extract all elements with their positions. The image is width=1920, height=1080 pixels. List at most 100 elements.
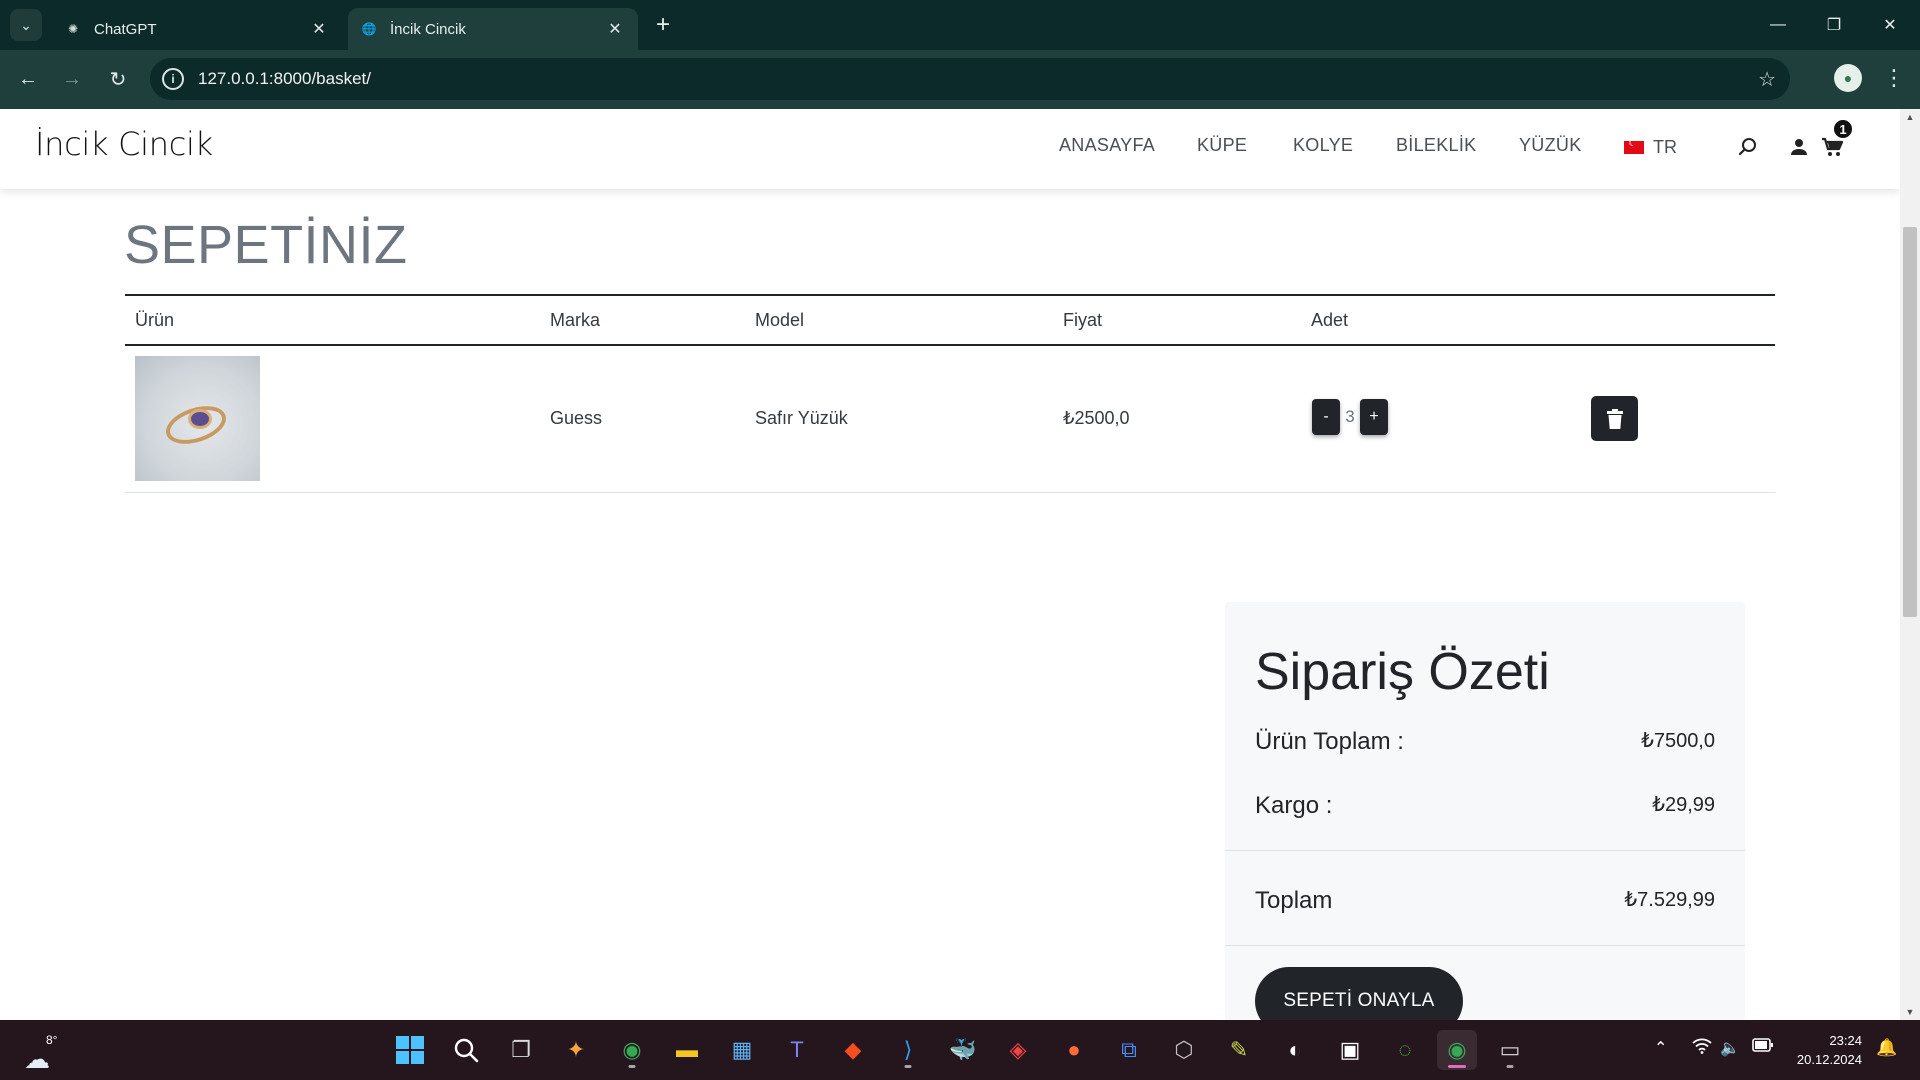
remote-desktop-icon[interactable]: ⧉ xyxy=(1109,1030,1149,1070)
minimize-icon[interactable]: — xyxy=(1750,0,1806,50)
running-indicator xyxy=(904,1065,912,1068)
ring-gem xyxy=(191,412,209,426)
product-image[interactable] xyxy=(135,356,260,481)
system-clock[interactable]: 23:24 20.12.2024 xyxy=(1792,1031,1862,1069)
running-indicator xyxy=(1506,1065,1514,1068)
chatgpt-icon: ✺ xyxy=(67,22,79,36)
forward-arrow-icon[interactable]: → xyxy=(56,63,88,95)
turkey-flag-icon xyxy=(1624,138,1644,154)
cell-model: Safır Yüzük xyxy=(755,408,848,428)
tab-title: İncik Cincik xyxy=(390,20,466,38)
search-taskbar-icon[interactable] xyxy=(446,1030,486,1070)
tab-incik-cincik[interactable]: 🌐 İncik Cincik ✕ xyxy=(348,8,638,50)
address-bar[interactable]: i 127.0.0.1:8000/basket/ ☆ xyxy=(150,58,1790,100)
site-logo[interactable]: İncik Cincik xyxy=(35,125,213,163)
tab-chatgpt[interactable]: ✺ ChatGPT ✕ xyxy=(52,8,342,50)
nav-anasayfa[interactable]: ANASAYFA xyxy=(1059,135,1155,156)
restore-icon[interactable]: ❐ xyxy=(1806,0,1862,50)
file-explorer-icon[interactable]: ▬ xyxy=(667,1030,707,1070)
unity-icon[interactable]: ⬡ xyxy=(1164,1030,1204,1070)
scrollbar-thumb[interactable] xyxy=(1903,227,1917,617)
language-selector[interactable]: TR xyxy=(1624,137,1677,158)
new-tab-button[interactable]: + xyxy=(650,12,676,38)
delete-item-button[interactable] xyxy=(1591,396,1638,441)
teams-icon[interactable]: T xyxy=(777,1030,817,1070)
page-viewport: İncik Cincik ANASAYFA KÜPE KOLYE BİLEKLİ… xyxy=(0,109,1920,1020)
decrease-qty-button[interactable]: - xyxy=(1312,399,1340,435)
utility-app-icon[interactable]: ✎ xyxy=(1219,1030,1259,1070)
anaconda-icon[interactable]: ◐ xyxy=(1275,1030,1315,1070)
tray-overflow-chevron-icon[interactable]: ⌃ xyxy=(1654,1038,1667,1058)
header-brand: Marka xyxy=(550,310,601,330)
nav-yuzuk[interactable]: YÜZÜK xyxy=(1519,135,1582,156)
total-row: Toplam ₺7.529,99 xyxy=(1255,887,1715,915)
git-client-icon[interactable]: ◈ xyxy=(998,1030,1038,1070)
trash-icon xyxy=(1606,408,1623,429)
cell-price: ₺2500,0 xyxy=(1063,408,1130,428)
site-header: İncik Cincik ANASAYFA KÜPE KOLYE BİLEKLİ… xyxy=(0,109,1900,189)
browser-menu-icon[interactable]: ⋮ xyxy=(1880,62,1908,94)
total-label: Toplam xyxy=(1255,887,1333,914)
copilot-icon[interactable]: ✦ xyxy=(556,1030,596,1070)
url-text[interactable]: 127.0.0.1:8000/basket/ xyxy=(198,69,371,89)
wifi-icon[interactable] xyxy=(1692,1038,1712,1059)
scroll-up-arrow-icon[interactable]: ▲ xyxy=(1900,109,1920,125)
cell-brand: Guess xyxy=(550,408,603,428)
basket-table: Ürün Marka Model Fiyat Adet Guess Safır … xyxy=(125,294,1775,493)
weather-temperature: 8° xyxy=(46,1033,58,1047)
task-view-icon[interactable]: ❐ xyxy=(501,1030,541,1070)
windows-start-icon[interactable] xyxy=(390,1030,430,1070)
microsoft-store-icon[interactable]: ▦ xyxy=(722,1030,762,1070)
user-icon[interactable] xyxy=(1785,133,1813,161)
tab-search-dropdown-icon[interactable]: ⌄ xyxy=(10,9,42,41)
site-info-icon[interactable]: i xyxy=(162,68,184,90)
shipping-value: ₺29,99 xyxy=(1652,794,1715,816)
summary-divider xyxy=(1225,945,1745,946)
page-scrollbar[interactable]: ▲ ▼ xyxy=(1900,109,1920,1020)
cart-count-badge: 1 xyxy=(1832,118,1854,140)
search-icon[interactable] xyxy=(1734,133,1762,161)
reload-icon[interactable]: ↻ xyxy=(102,63,134,95)
running-indicator xyxy=(628,1065,636,1068)
subtotal-label: Ürün Toplam : xyxy=(1255,728,1404,755)
browser-tab-bar: ⌄ ✺ ChatGPT ✕ 🌐 İncik Cincik ✕ + — ❐ ✕ xyxy=(0,0,1920,50)
globe-icon: 🌐 xyxy=(361,22,377,36)
nav-kolye[interactable]: KOLYE xyxy=(1293,135,1353,156)
postman-icon[interactable]: ● xyxy=(1054,1030,1094,1070)
shipping-row: Kargo : ₺29,99 xyxy=(1255,792,1715,820)
confirm-basket-button[interactable]: SEPETİ ONAYLA xyxy=(1255,967,1463,1020)
browser-toolbar: ← → ↻ i 127.0.0.1:8000/basket/ ☆ ● ⋮ xyxy=(0,50,1920,109)
scroll-down-arrow-icon[interactable]: ▼ xyxy=(1900,1004,1920,1020)
active-indicator xyxy=(1448,1065,1466,1068)
weather-cloud-icon: ☁ xyxy=(24,1044,50,1074)
increase-qty-button[interactable]: + xyxy=(1360,399,1388,435)
docker-icon[interactable]: 🐳 xyxy=(943,1030,983,1070)
profile-avatar[interactable]: ● xyxy=(1834,64,1862,92)
header-product: Ürün xyxy=(135,310,175,330)
chrome-profile-icon[interactable]: ◉ xyxy=(1437,1030,1477,1070)
clock-time: 23:24 xyxy=(1829,1033,1862,1048)
close-icon[interactable]: ✕ xyxy=(308,18,330,40)
back-arrow-icon[interactable]: ← xyxy=(12,63,44,95)
table-header: Ürün Marka Model Fiyat Adet xyxy=(125,294,1775,346)
nav-kupe[interactable]: KÜPE xyxy=(1197,135,1247,156)
bookmark-star-icon[interactable]: ☆ xyxy=(1758,67,1776,92)
volume-icon[interactable]: 🔈 xyxy=(1720,1038,1740,1058)
weather-widget[interactable]: ☁ 8° xyxy=(22,1030,62,1074)
page-title: SEPETİNİZ xyxy=(124,215,408,275)
total-value: ₺7.529,99 xyxy=(1624,889,1715,911)
subtotal-value: ₺7500,0 xyxy=(1641,730,1715,752)
clock-date: 20.12.2024 xyxy=(1796,1052,1862,1067)
table-row: Guess Safır Yüzük ₺2500,0 - 3 + xyxy=(125,346,1775,493)
nav-bileklik[interactable]: BİLEKLİK xyxy=(1396,135,1476,156)
chrome-icon[interactable]: ◉ xyxy=(612,1030,652,1070)
figma-icon[interactable]: ◆ xyxy=(833,1030,873,1070)
battery-icon[interactable] xyxy=(1752,1038,1774,1057)
close-icon[interactable]: ✕ xyxy=(604,18,626,40)
dark-app-icon[interactable]: ▣ xyxy=(1330,1030,1370,1070)
terminal-icon[interactable]: ▭ xyxy=(1490,1030,1530,1070)
window-close-icon[interactable]: ✕ xyxy=(1862,0,1918,50)
spinner-app-icon[interactable]: ◌ xyxy=(1385,1030,1425,1070)
notification-bell-icon[interactable]: 🔔 xyxy=(1876,1038,1897,1058)
vscode-icon[interactable]: ⟩ xyxy=(888,1030,928,1070)
